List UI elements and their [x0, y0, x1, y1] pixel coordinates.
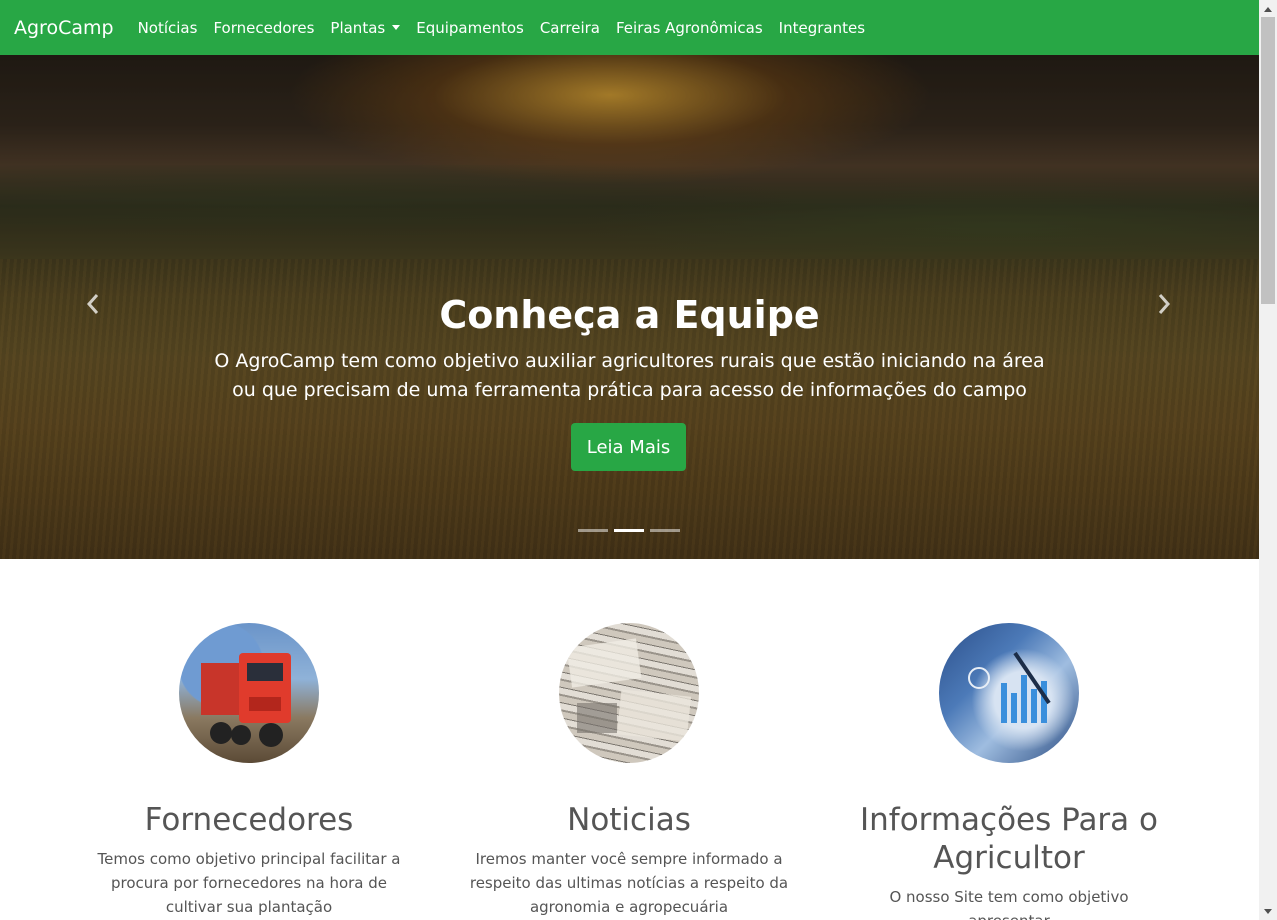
feature-title: Noticias — [567, 802, 691, 838]
nav-item-equipamentos[interactable]: Equipamentos — [416, 19, 524, 37]
carousel-indicator-2[interactable] — [614, 529, 644, 532]
feature-description: O nosso Site tem como objetivo apresenta… — [889, 888, 1129, 920]
truck-illustration — [201, 653, 291, 747]
feature-title: Fornecedores — [144, 802, 354, 838]
feature-noticias: Noticias Iremos manter você sempre infor… — [449, 568, 809, 919]
newspaper-illustration — [566, 638, 692, 742]
nav-item-carreira[interactable]: Carreira — [540, 19, 600, 37]
nav-item-feiras[interactable]: Feiras Agronômicas — [616, 19, 763, 37]
top-navbar: AgroCamp Notícias Fornecedores Plantas E… — [0, 0, 1259, 55]
nav-item-label: Carreira — [539, 18, 600, 37]
nav-item-label: Plantas — [330, 18, 386, 37]
carousel-indicator-1[interactable] — [578, 529, 608, 532]
red-truck-image — [179, 623, 319, 763]
nav-menu: Notícias Fornecedores Plantas Equipament… — [138, 19, 865, 37]
nav-item-plantas-dropdown[interactable]: Plantas — [330, 18, 401, 37]
scroll-up-button[interactable] — [1259, 0, 1277, 17]
feature-title: Informações Para o Agricultor — [859, 802, 1158, 876]
nav-item-label: Feiras Agronômicas — [616, 18, 763, 37]
triangle-up-icon — [1264, 6, 1272, 12]
nav-item-noticias[interactable]: Notícias — [138, 19, 198, 37]
nav-item-integrantes[interactable]: Integrantes — [779, 19, 865, 37]
chart-illustration — [968, 651, 1051, 723]
hero-title: Conheça a Equipe — [439, 293, 820, 337]
nav-item-label: Integrantes — [778, 18, 866, 37]
nav-item-fornecedores[interactable]: Fornecedores — [213, 19, 314, 37]
scroll-down-button[interactable] — [1259, 903, 1277, 920]
carousel-indicators — [578, 529, 680, 532]
carousel-indicator-3[interactable] — [650, 529, 680, 532]
feature-description: Iremos manter você sempre informado a re… — [469, 850, 789, 916]
read-more-button[interactable]: Leia Mais — [571, 423, 686, 471]
nav-item-label: Notícias — [137, 18, 198, 37]
nav-item-label: Fornecedores — [213, 18, 315, 37]
newspapers-image — [559, 623, 699, 763]
brand-logo[interactable]: AgroCamp — [14, 17, 114, 39]
feature-informacoes: Informações Para o Agricultor O nosso Si… — [829, 568, 1189, 920]
page-scrollbar[interactable] — [1259, 0, 1277, 920]
caret-down-icon — [392, 25, 401, 30]
feature-description: Temos como objetivo principal facilitar … — [97, 850, 401, 916]
feature-fornecedores: Fornecedores Temos como objetivo princip… — [69, 568, 429, 919]
hero-description: O AgroCamp tem como objetivo auxiliar ag… — [214, 350, 1045, 401]
scrollbar-thumb[interactable] — [1261, 17, 1275, 304]
nav-item-label: Equipamentos — [416, 18, 524, 37]
triangle-down-icon — [1264, 908, 1272, 914]
charts-data-image — [939, 623, 1079, 763]
hero-carousel: Conheça a Equipe O AgroCamp tem como obj… — [0, 55, 1259, 559]
